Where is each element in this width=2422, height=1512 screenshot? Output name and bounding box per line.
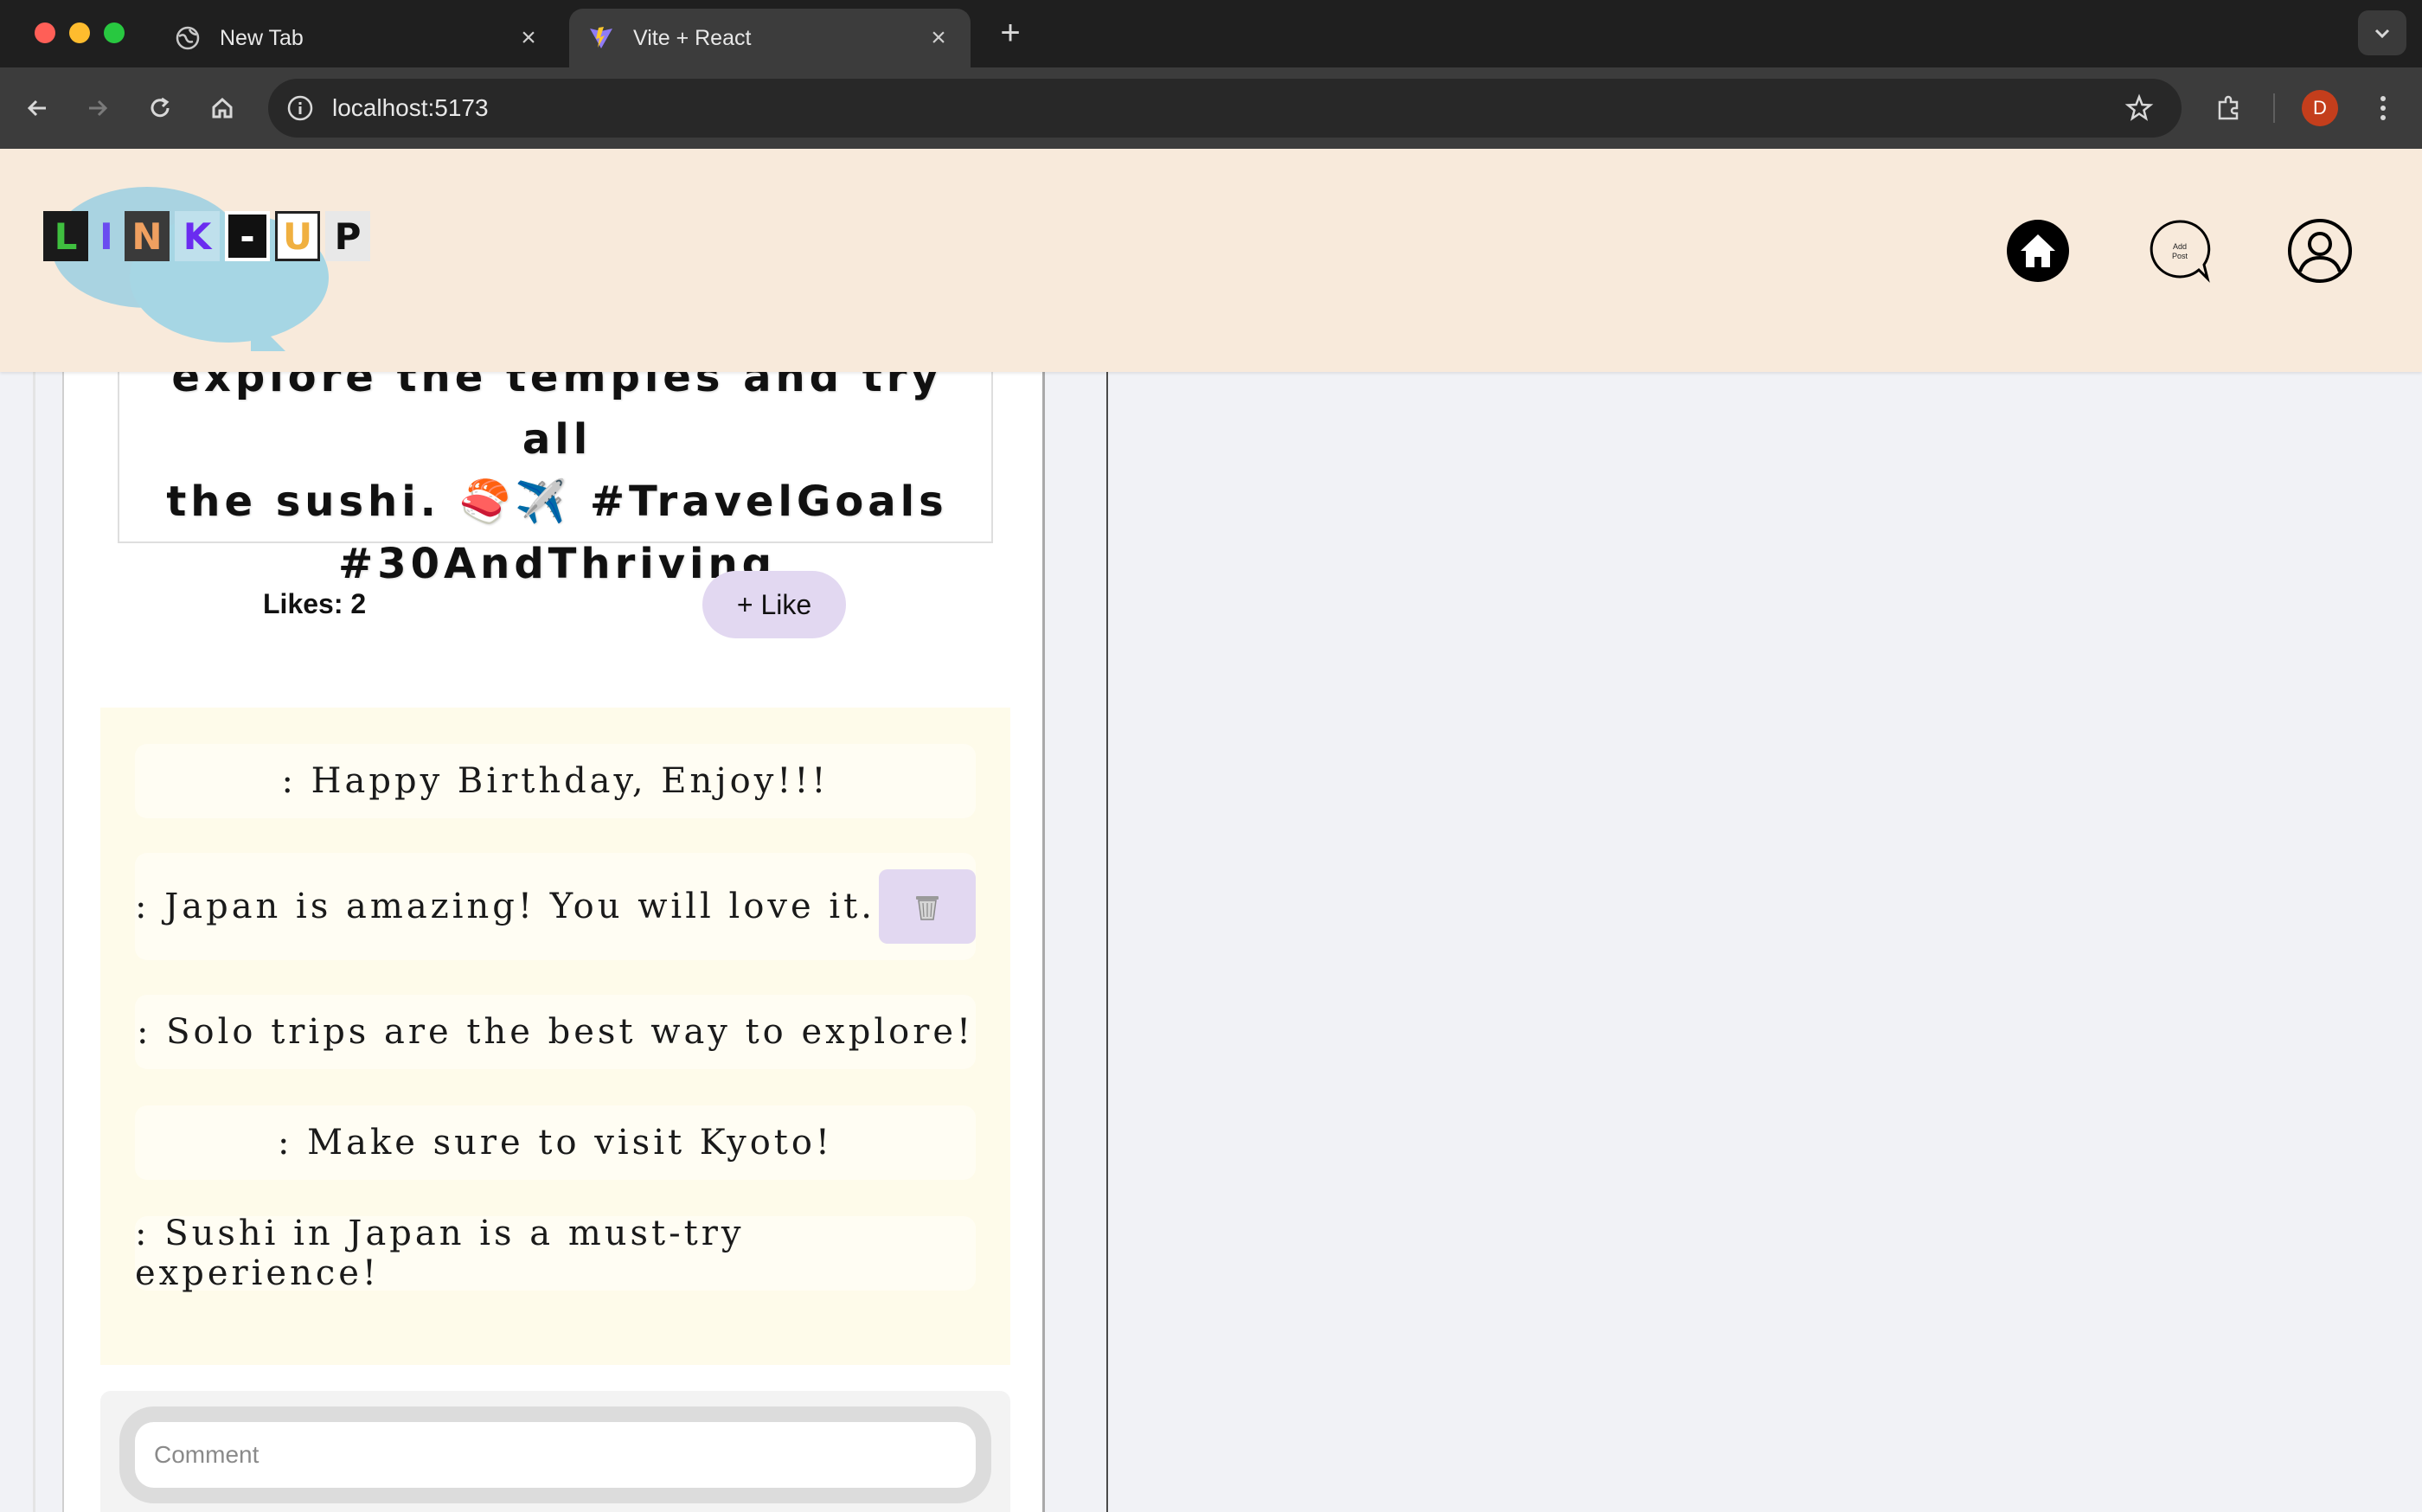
home-nav-button[interactable]: [2005, 218, 2071, 284]
arrow-left-icon: [27, 99, 46, 117]
more-vertical-icon: [2380, 96, 2386, 120]
toolbar-separator: [2273, 93, 2275, 123]
post-card: explore the temples and try all the sush…: [62, 337, 1045, 1512]
add-post-button[interactable]: Add Post: [2147, 218, 2213, 284]
browser-toolbar: localhost:5173 D: [0, 67, 2422, 149]
comment-text: : Japan is amazing! You will love it.: [135, 887, 875, 926]
pane-divider: [1106, 372, 1108, 1512]
chevron-down-icon: [2374, 29, 2390, 39]
likes-count: Likes: 2: [263, 588, 367, 619]
home-icon: [2007, 220, 2069, 282]
reload-button[interactable]: [137, 85, 183, 131]
comment-input-wrapper: [119, 1406, 991, 1503]
comment-item: : Japan is amazing! You will love it.: [135, 853, 976, 960]
like-button[interactable]: + Like: [702, 571, 846, 638]
logo-letter: -: [225, 211, 270, 261]
home-outline-icon: [212, 97, 233, 119]
browser-tab-bar: New Tab × Vite + React × +: [0, 0, 2422, 67]
logo-letter: L: [43, 211, 88, 261]
tab-search-button[interactable]: [2358, 10, 2406, 55]
reload-icon: [151, 97, 170, 118]
delete-comment-button[interactable]: [878, 869, 976, 944]
post-text-line: the sushi. 🍣✈️ #TravelGoals: [166, 477, 948, 526]
tab-new-tab[interactable]: New Tab ×: [156, 9, 561, 67]
comments-list: : Happy Birthday, Enjoy!!! : Japan is am…: [100, 708, 1010, 1365]
profile-avatar[interactable]: D: [2302, 90, 2338, 126]
comment-item: : Sushi in Japan is a must-try experienc…: [135, 1214, 976, 1293]
maximize-window-button[interactable]: [104, 22, 125, 43]
trash-icon: [915, 896, 939, 920]
logo-letter: N: [125, 211, 170, 261]
user-icon: [2288, 219, 2352, 283]
logo-letter: U: [275, 211, 320, 261]
tab-title: New Tab: [220, 25, 304, 50]
logo-letters: L I N K - U P: [43, 211, 370, 261]
comment-input[interactable]: [135, 1422, 976, 1488]
comment-form: [100, 1391, 1010, 1512]
left-rail: [33, 372, 35, 1512]
tab-title: Vite + React: [633, 25, 752, 50]
comment-text: : Solo trips are the best way to explore…: [136, 1012, 975, 1052]
linkup-logo[interactable]: L I N K - U P: [43, 161, 407, 360]
address-bar[interactable]: localhost:5173: [268, 79, 2182, 138]
post-text: explore the temples and try all the sush…: [154, 346, 960, 595]
info-icon[interactable]: [285, 93, 315, 123]
extensions-button[interactable]: [2206, 85, 2252, 131]
comment-text: : Happy Birthday, Enjoy!!!: [281, 761, 830, 801]
logo-letter: K: [175, 211, 220, 261]
speech-bubble-icon: Add Post: [2150, 220, 2211, 283]
tab-vite-react[interactable]: Vite + React ×: [569, 9, 971, 67]
svg-text:Add: Add: [2173, 242, 2187, 251]
app-header: L I N K - U P Add Post: [0, 149, 2422, 372]
forward-button[interactable]: [74, 85, 121, 131]
home-browser-button[interactable]: [199, 85, 246, 131]
comment-item: : Solo trips are the best way to explore…: [135, 995, 976, 1069]
close-window-button[interactable]: [35, 22, 55, 43]
new-tab-button[interactable]: +: [991, 16, 1029, 54]
bookmark-star-icon[interactable]: [2124, 93, 2154, 123]
arrow-right-icon: [89, 99, 108, 117]
puzzle-icon: [2218, 95, 2239, 120]
comment-item: : Happy Birthday, Enjoy!!!: [135, 744, 976, 818]
svg-text:Post: Post: [2172, 252, 2188, 260]
logo-letter: P: [325, 211, 370, 261]
logo-bubble-tail: [251, 317, 285, 351]
url-text: localhost:5173: [332, 94, 489, 121]
comment-item: : Make sure to visit Kyoto!: [135, 1105, 976, 1180]
tab-close-icon[interactable]: ×: [516, 23, 541, 53]
profile-nav-button[interactable]: [2287, 218, 2353, 284]
logo-letter: I: [99, 215, 113, 258]
comment-text: : Sushi in Japan is a must-try experienc…: [135, 1214, 745, 1293]
minimize-window-button[interactable]: [69, 22, 90, 43]
tab-close-icon[interactable]: ×: [926, 23, 952, 53]
globe-icon: [175, 25, 201, 51]
comment-text: : Make sure to visit Kyoto!: [277, 1123, 834, 1163]
back-button[interactable]: [14, 85, 61, 131]
vite-logo-icon: [588, 25, 614, 51]
browser-menu-button[interactable]: [2360, 85, 2406, 131]
